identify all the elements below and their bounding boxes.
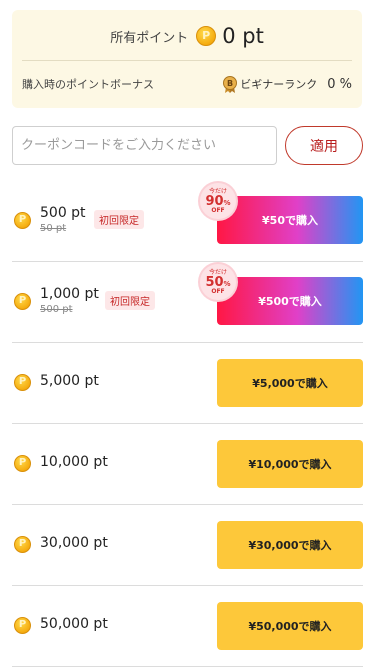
discount-badge-off: OFF	[211, 287, 225, 295]
discount-badge-percent: 90%	[205, 193, 231, 209]
discount-badge: 今だけ 90% OFF	[200, 183, 236, 219]
apply-coupon-button[interactable]: 適用	[285, 126, 363, 165]
package-amount: 1,000 pt	[40, 286, 99, 302]
coin-icon	[14, 617, 31, 634]
coin-icon	[14, 293, 31, 310]
discount-badge-percent: 50%	[205, 274, 231, 290]
first-time-tag: 初回限定	[105, 291, 155, 310]
rank-badge-icon: B	[223, 75, 238, 93]
owned-points-value: 0 pt	[222, 24, 264, 48]
buy-1000pt-button[interactable]: ¥500で購入	[217, 277, 363, 325]
point-package-item: 10,000 pt ¥10,000で購入	[12, 424, 363, 505]
package-amount: 500 pt	[40, 205, 86, 221]
points-summary-card: 所有ポイント 0 pt 購入時のポイントボーナス B ビギナーランク 0 %	[12, 10, 362, 108]
buy-30000pt-button[interactable]: ¥30,000で購入	[217, 521, 363, 569]
owned-points-row: 所有ポイント 0 pt	[12, 22, 362, 50]
buy-500pt-button[interactable]: ¥50で購入	[217, 196, 363, 244]
package-amount: 5,000 pt	[40, 373, 99, 389]
svg-text:B: B	[227, 79, 233, 88]
point-package-item: 500 pt 50 pt 初回限定 ¥50で購入 今だけ 90% OFF	[12, 181, 363, 262]
coin-icon	[14, 536, 31, 553]
discount-badge-off: OFF	[211, 206, 225, 214]
package-amount: 10,000 pt	[40, 454, 108, 470]
rank-name: ビギナーランク	[240, 78, 318, 91]
package-original-amount: 50 pt	[40, 223, 67, 234]
first-time-tag: 初回限定	[94, 210, 144, 229]
point-package-item: 30,000 pt ¥30,000で購入	[12, 505, 363, 586]
discount-badge: 今だけ 50% OFF	[200, 264, 236, 300]
buy-10000pt-button[interactable]: ¥10,000で購入	[217, 440, 363, 488]
owned-points-label: 所有ポイント	[110, 30, 189, 46]
coin-icon	[196, 26, 217, 46]
summary-divider	[22, 60, 352, 61]
package-original-amount: 500 pt	[40, 304, 73, 315]
buy-50000pt-button[interactable]: ¥50,000で購入	[217, 602, 363, 650]
purchase-bonus-row: 購入時のポイントボーナス B ビギナーランク 0 %	[22, 73, 352, 95]
rank-bonus-percent: 0 %	[327, 76, 352, 92]
point-package-item: 1,000 pt 500 pt 初回限定 ¥500で購入 今だけ 50% OFF	[12, 262, 363, 343]
rank-info: B ビギナーランク 0 %	[223, 75, 352, 93]
buy-5000pt-button[interactable]: ¥5,000で購入	[217, 359, 363, 407]
purchase-bonus-label: 購入時のポイントボーナス	[22, 78, 154, 91]
coin-icon	[14, 212, 31, 229]
package-amount: 30,000 pt	[40, 535, 108, 551]
coin-icon	[14, 374, 31, 391]
package-amount: 50,000 pt	[40, 616, 108, 632]
point-package-item: 5,000 pt ¥5,000で購入	[12, 343, 363, 424]
point-package-item: 50,000 pt ¥50,000で購入	[12, 586, 363, 667]
coin-icon	[14, 455, 31, 472]
coupon-code-input[interactable]	[12, 126, 277, 165]
